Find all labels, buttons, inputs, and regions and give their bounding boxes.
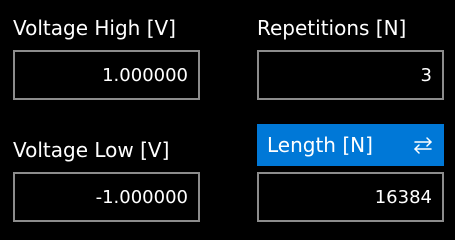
repetitions-label: Repetitions [N] [257, 16, 407, 40]
voltage-low-label: Voltage Low [V] [13, 138, 170, 162]
swap-arrows-icon [414, 137, 432, 154]
repetitions-input[interactable]: 3 [257, 50, 444, 100]
length-toggle-button[interactable]: Length [N] [257, 124, 444, 166]
voltage-low-input[interactable]: -1.000000 [13, 172, 200, 222]
length-label: Length [N] [267, 133, 373, 157]
length-input[interactable]: 16384 [257, 172, 444, 222]
voltage-high-label: Voltage High [V] [13, 16, 176, 40]
voltage-high-input[interactable]: 1.000000 [13, 50, 200, 100]
